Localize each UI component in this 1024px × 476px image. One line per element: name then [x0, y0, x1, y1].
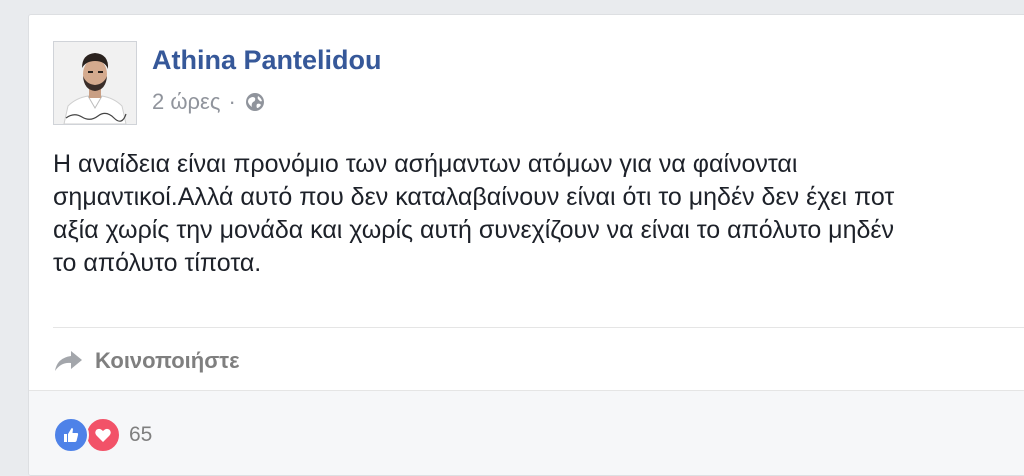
- post-body: Η αναίδεια είναι προνόμιο των ασήμαντων …: [53, 148, 1024, 280]
- post-text-line: Η αναίδεια είναι προνόμιο των ασήμαντων …: [53, 150, 798, 178]
- globe-icon[interactable]: [244, 91, 266, 113]
- post-meta: 2 ώρες ·: [152, 89, 266, 115]
- share-arrow-icon: [55, 351, 82, 371]
- avatar-photo: [54, 42, 136, 124]
- reactions-summary[interactable]: 65: [53, 417, 152, 453]
- like-icon: [53, 417, 89, 453]
- actions-divider: [53, 327, 1024, 328]
- post-text-line: αξία χωρίς την μονάδα και χωρίς αυτή συν…: [53, 216, 895, 244]
- post-text-line: σημαντικοί.Αλλά αυτό που δεν καταλαβαίνο…: [53, 183, 895, 211]
- post-card: Athina Pantelidou 2 ώρες · Η αναίδεια εί…: [28, 14, 1024, 476]
- share-button[interactable]: Κοινοποιήστε: [53, 341, 240, 381]
- post-header: Athina Pantelidou 2 ώρες ·: [53, 41, 953, 125]
- reactions-footer: 65: [29, 390, 1024, 475]
- author-name-link[interactable]: Athina Pantelidou: [152, 45, 382, 76]
- reactions-count[interactable]: 65: [129, 423, 152, 447]
- love-icon: [85, 417, 121, 453]
- meta-separator: ·: [228, 89, 236, 114]
- avatar[interactable]: [53, 41, 137, 125]
- share-label: Κοινοποιήστε: [95, 348, 240, 373]
- post-text-line: το απόλυτο τίποτα.: [53, 249, 262, 277]
- post-timestamp[interactable]: 2 ώρες: [152, 89, 220, 115]
